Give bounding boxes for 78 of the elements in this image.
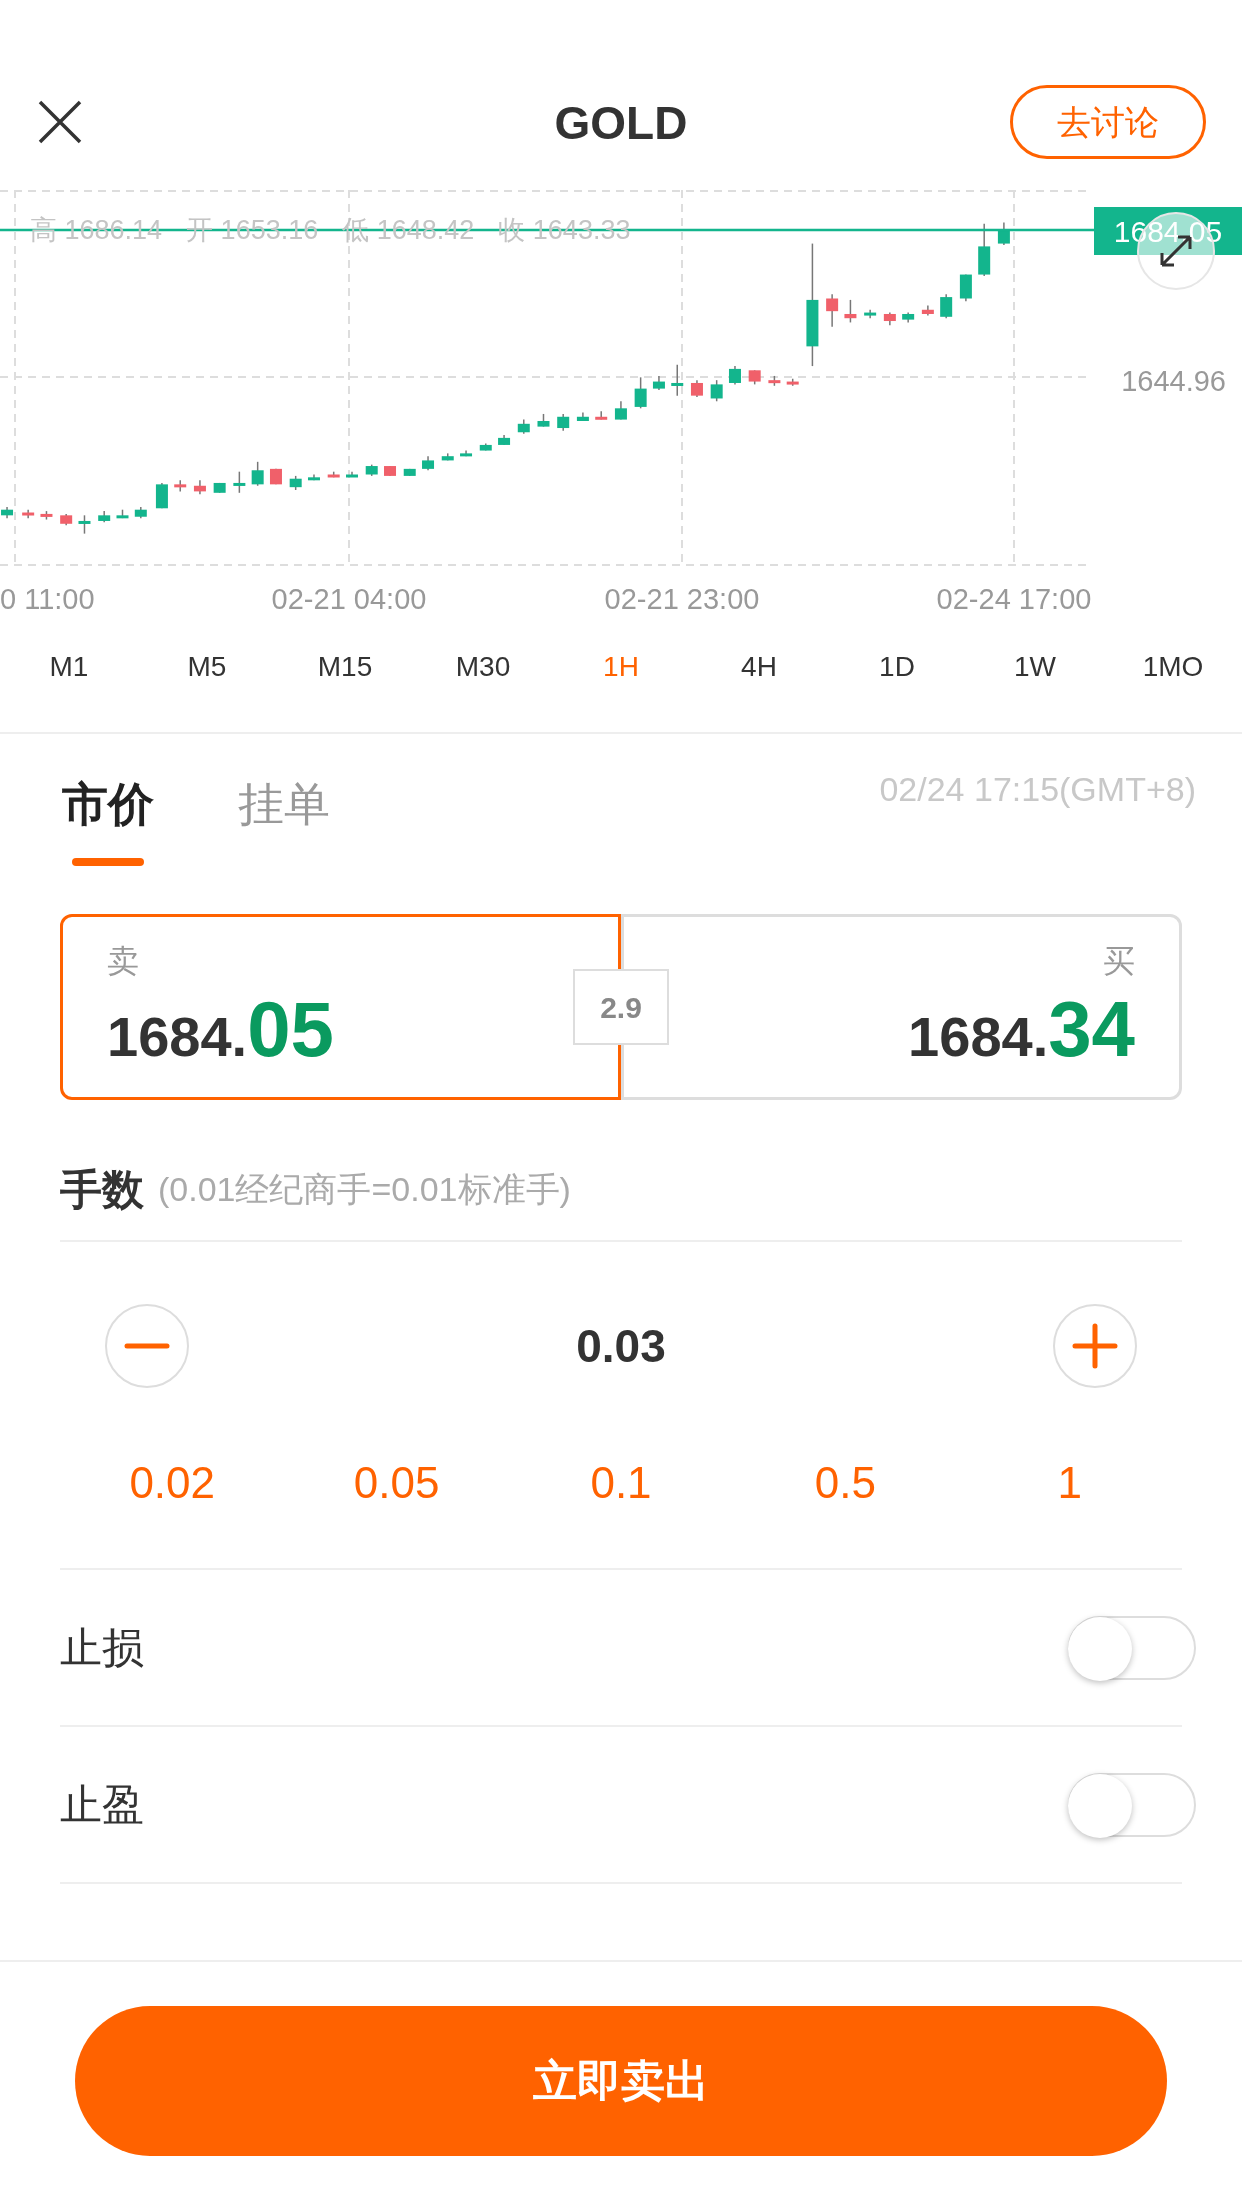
candlestick xyxy=(1,506,14,519)
candlestick xyxy=(634,376,647,410)
toggle-switch[interactable] xyxy=(1068,1772,1196,1837)
y-axis-label: 1644.96 xyxy=(1121,364,1226,399)
minus-icon xyxy=(124,1343,170,1349)
candlestick xyxy=(940,293,953,319)
timeframe-tab[interactable]: M30 xyxy=(455,646,511,688)
candlestick xyxy=(460,449,473,457)
candlestick xyxy=(786,378,799,387)
candlestick xyxy=(213,482,226,494)
timeframe-tab[interactable]: M1 xyxy=(49,646,89,688)
candlestick xyxy=(78,514,91,535)
candlestick xyxy=(576,411,589,422)
timeframe-tab[interactable]: M15 xyxy=(317,646,373,688)
candlestick xyxy=(40,510,53,521)
candlestick xyxy=(959,273,972,303)
lots-value: 0.03 xyxy=(576,1318,666,1374)
candlestick xyxy=(269,468,282,486)
candlestick xyxy=(748,369,761,386)
x-axis-label: 02-21 23:00 xyxy=(604,582,760,617)
lots-label: 手数 xyxy=(60,1164,144,1215)
candlestick xyxy=(365,463,378,477)
candlestick xyxy=(98,510,111,524)
candlestick xyxy=(479,442,492,452)
spread-badge: 2.9 xyxy=(573,969,669,1045)
candlestick xyxy=(671,363,684,397)
timeframe-tab[interactable]: 1MO xyxy=(1142,646,1204,688)
candlestick xyxy=(844,299,857,324)
toggle-switch[interactable] xyxy=(1068,1615,1196,1680)
page-title: GOLD xyxy=(554,97,688,149)
candlestick xyxy=(595,410,608,421)
timeframe-tab[interactable]: M5 xyxy=(187,646,227,688)
candlestick xyxy=(997,221,1010,246)
candlestick xyxy=(60,513,73,526)
candlestick xyxy=(498,434,511,446)
candlestick xyxy=(690,379,703,398)
candlestick xyxy=(978,223,991,277)
x-axis-label: 02-21 04:00 xyxy=(271,582,427,617)
candlestick xyxy=(174,479,187,493)
x-axis-label: 02-24 17:00 xyxy=(936,582,1092,617)
lots-note: (0.01经纪商手=0.01标准手) xyxy=(158,1168,571,1210)
candlestick xyxy=(233,470,246,494)
candlestick xyxy=(921,304,934,317)
candlestick xyxy=(22,508,35,519)
x-axis-label: 0 11:00 xyxy=(0,582,95,617)
toggle-label: 止损 xyxy=(60,1623,144,1673)
candlestick xyxy=(346,470,358,478)
candlestick xyxy=(614,400,627,421)
candlestick xyxy=(193,479,206,495)
candlestick xyxy=(557,413,570,432)
candlestick xyxy=(327,470,340,479)
candlestick xyxy=(384,465,396,477)
candlestick xyxy=(729,365,741,386)
plus-icon xyxy=(1072,1323,1118,1369)
timeframe-tab[interactable]: 1W xyxy=(1014,646,1056,688)
candlestick xyxy=(289,475,302,491)
candlestick xyxy=(768,375,781,387)
candlestick xyxy=(134,506,147,519)
candlestick xyxy=(155,482,168,510)
close-icon[interactable] xyxy=(36,98,84,146)
candlestick xyxy=(422,455,435,471)
candlestick xyxy=(517,418,530,435)
candlestick xyxy=(864,309,877,319)
candlestick xyxy=(652,375,665,391)
candlestick xyxy=(883,311,896,326)
order-tab[interactable]: 市价 xyxy=(62,776,154,886)
candlestick xyxy=(116,508,129,519)
candlestick xyxy=(537,413,550,428)
candlestick xyxy=(308,473,320,481)
candlestick xyxy=(441,452,454,462)
candlestick xyxy=(710,379,723,403)
toggle-label: 止盈 xyxy=(60,1780,144,1830)
timeframe-tab[interactable]: 4H xyxy=(741,646,777,688)
candlestick xyxy=(826,293,839,328)
candlestick xyxy=(251,461,264,487)
timeframe-tab[interactable]: 1D xyxy=(879,646,915,688)
candlestick xyxy=(902,311,915,324)
candlestick xyxy=(403,468,416,477)
